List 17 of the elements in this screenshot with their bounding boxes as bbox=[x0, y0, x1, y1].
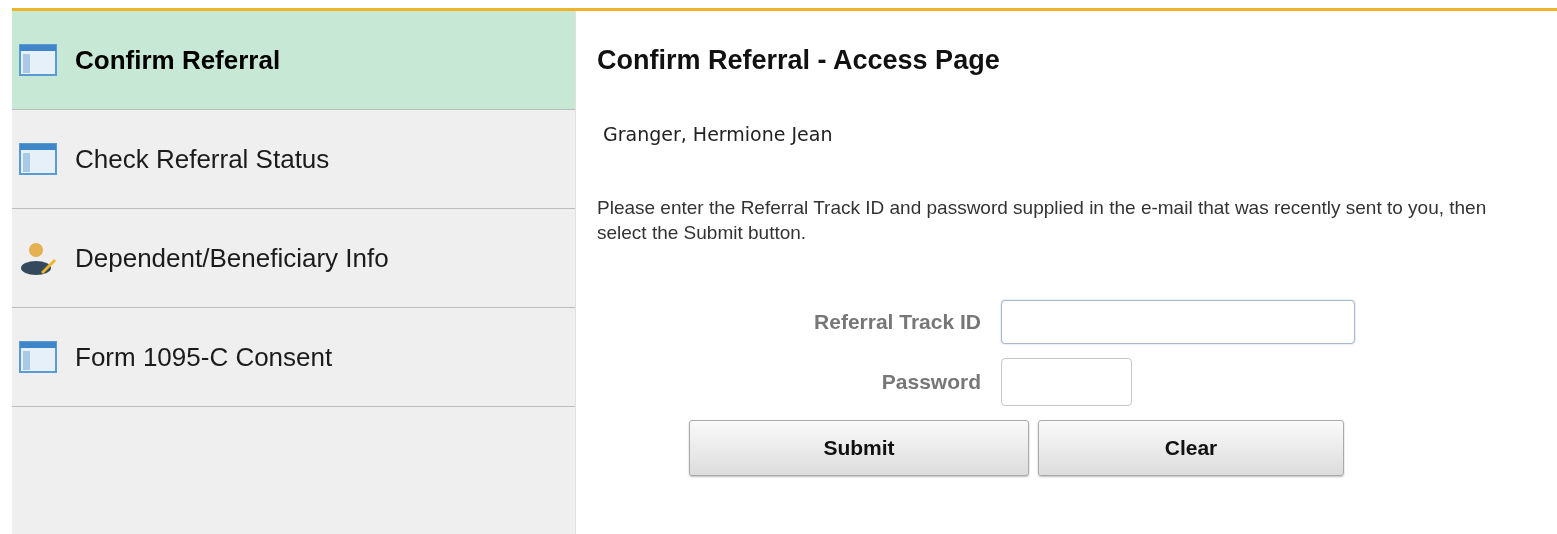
field-label: Password bbox=[881, 370, 981, 394]
sidebar-item[interactable]: Check Referral Status bbox=[12, 110, 575, 209]
window-icon bbox=[19, 340, 57, 374]
sidebar-item[interactable]: Confirm Referral bbox=[12, 11, 575, 110]
instructions-text: Please enter the Referral Track ID and password supplied in the e-mail that was recently sent to you, then select the Submit button. bbox=[597, 196, 1488, 245]
page-title: Confirm Referral - Access Page bbox=[597, 45, 1001, 76]
window-icon bbox=[19, 43, 57, 77]
person-name: Granger, Hermione Jean bbox=[603, 123, 834, 145]
field-label: Referral Track ID bbox=[814, 310, 981, 334]
clear-button[interactable]: Clear bbox=[1038, 420, 1344, 476]
submit-button[interactable]: Submit bbox=[689, 420, 1029, 476]
sidebar-item[interactable]: Form 1095-C Consent bbox=[12, 308, 575, 407]
input-field[interactable] bbox=[1001, 300, 1355, 344]
input-field[interactable] bbox=[1001, 358, 1132, 406]
sidebar-item[interactable]: Dependent/Beneficiary Info bbox=[12, 209, 575, 308]
person-edit-icon bbox=[19, 241, 57, 275]
window-icon bbox=[19, 142, 57, 176]
